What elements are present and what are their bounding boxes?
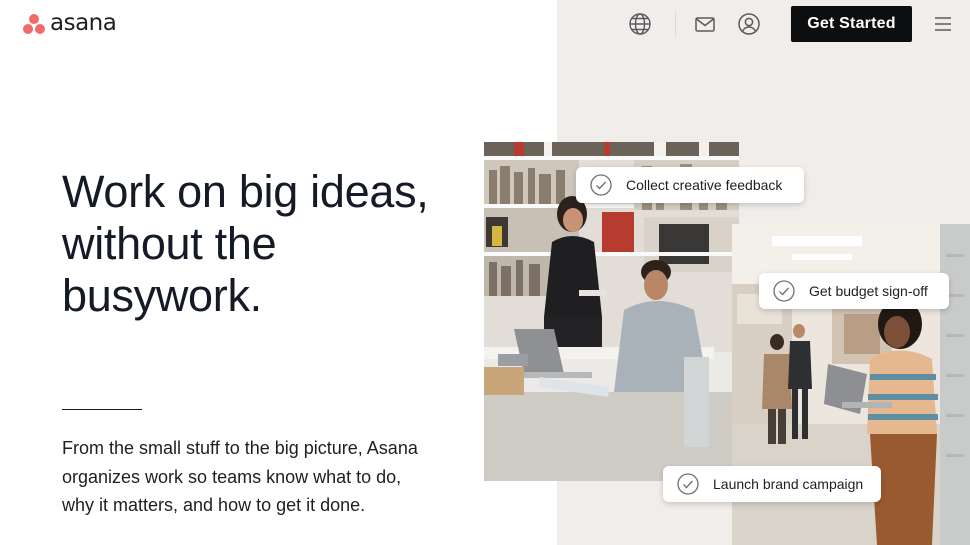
header-divider	[675, 11, 676, 37]
check-circle-icon	[590, 174, 612, 196]
globe-icon[interactable]	[628, 12, 652, 36]
task-card: Collect creative feedback	[576, 167, 804, 203]
user-icon[interactable]	[737, 12, 761, 36]
task-label: Collect creative feedback	[626, 177, 783, 193]
task-label: Launch brand campaign	[713, 476, 864, 492]
hero-headline: Work on big ideas, without the busywork.	[62, 166, 429, 321]
task-card: Get budget sign-off	[759, 273, 949, 309]
check-circle-icon	[773, 280, 795, 302]
get-started-button[interactable]: Get Started	[791, 6, 912, 42]
hero-divider	[62, 409, 142, 410]
logo-dots-icon	[22, 11, 46, 35]
logo-wordmark: asana	[50, 10, 117, 36]
task-card: Launch brand campaign	[663, 466, 881, 502]
check-circle-icon	[677, 473, 699, 495]
mail-icon[interactable]	[693, 12, 717, 36]
task-label: Get budget sign-off	[809, 283, 928, 299]
menu-icon[interactable]	[931, 12, 955, 36]
asana-logo[interactable]: asana	[22, 10, 117, 36]
hero-subtext: From the small stuff to the big picture,…	[62, 438, 418, 515]
